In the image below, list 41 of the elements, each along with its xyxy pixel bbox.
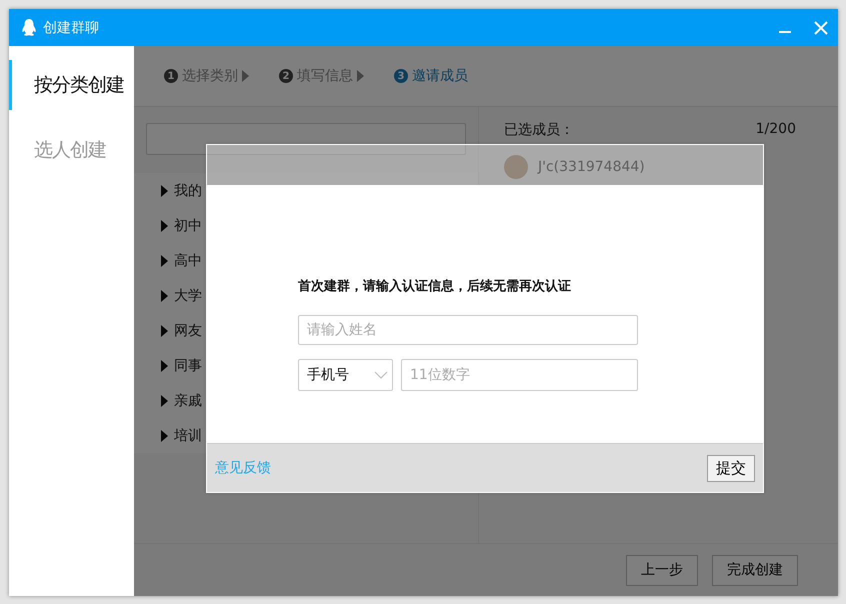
expand-arrow-icon[interactable] [161, 430, 168, 442]
expand-arrow-icon[interactable] [161, 184, 168, 196]
step-number-icon: 1 [164, 69, 178, 83]
step-label: 选择类别 [182, 67, 238, 85]
expand-arrow-icon[interactable] [161, 394, 168, 406]
group-label[interactable]: 大学 [174, 286, 202, 304]
sidebar-tab[interactable]: 选人创建 [9, 125, 134, 175]
group-label[interactable]: 培训 [174, 426, 202, 444]
group-label[interactable]: 高中 [174, 252, 202, 270]
submit-button[interactable]: 提交 [707, 454, 755, 482]
step-label: 填写信息 [297, 67, 353, 85]
step-label: 邀请成员 [412, 67, 468, 85]
close-icon[interactable] [814, 20, 828, 34]
step-arrow-icon [242, 70, 249, 82]
dialog-message: 首次建群，请输入认证信息，后续无需再次认证 [298, 278, 572, 295]
member-name: J'c(331974844) [538, 159, 645, 175]
avatar-placeholder [504, 155, 528, 179]
selected-members-heading: 已选成员： [504, 121, 574, 139]
name-input-field[interactable]: 请输入姓名 [298, 315, 638, 345]
expand-arrow-icon[interactable] [161, 290, 168, 302]
member-count: 1/200 [756, 121, 796, 139]
group-label[interactable]: 同事 [174, 356, 202, 374]
phone-input-field[interactable]: 11位数字 [401, 359, 638, 391]
footer-button[interactable]: 完成创建 [712, 554, 798, 586]
penguin-icon [21, 18, 37, 36]
group-label[interactable]: 网友 [174, 322, 202, 340]
expand-arrow-icon[interactable] [161, 254, 168, 266]
group-label[interactable]: 亲戚 [174, 392, 202, 410]
step-number-icon: 2 [279, 69, 293, 83]
group-label[interactable]: 初中 [174, 216, 202, 234]
window-title: 创建群聊 [43, 18, 100, 36]
footer-button[interactable]: 上一步 [626, 554, 698, 586]
expand-arrow-icon[interactable] [161, 360, 168, 372]
step-number-icon: 3 [394, 69, 408, 83]
expand-arrow-icon[interactable] [161, 324, 168, 336]
chevron-down-icon [374, 371, 388, 379]
search-field[interactable] [146, 123, 466, 155]
expand-arrow-icon[interactable] [161, 220, 168, 232]
step-arrow-icon [357, 70, 364, 82]
group-label[interactable]: 我的 [174, 182, 202, 200]
id-type-dropdown[interactable]: 手机号 [298, 359, 393, 391]
